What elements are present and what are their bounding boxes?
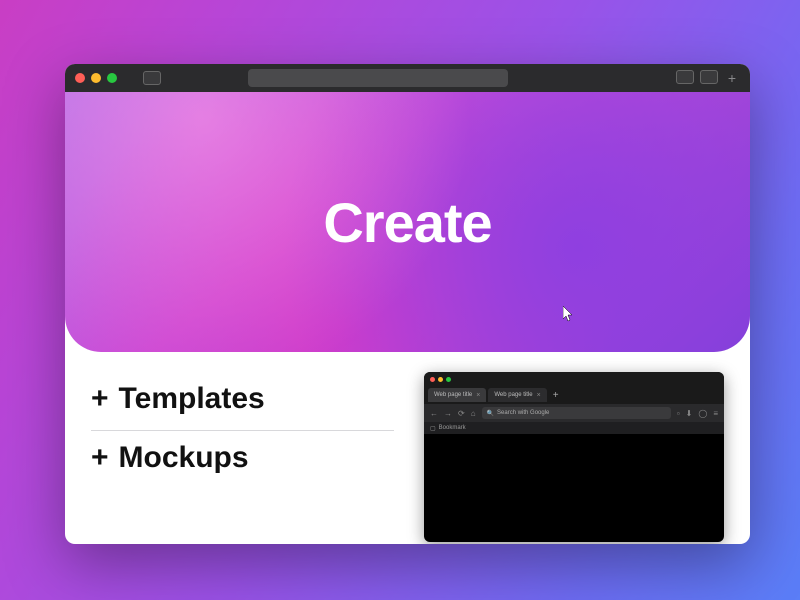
downloads-icon[interactable]: ⬇ xyxy=(686,409,693,418)
feature-label: Templates xyxy=(119,382,265,416)
new-tab-icon[interactable]: + xyxy=(549,390,563,401)
minimize-icon[interactable] xyxy=(91,73,101,83)
main-titlebar: + xyxy=(65,64,750,92)
extension-icon[interactable]: ▫ xyxy=(677,409,680,418)
feature-item-templates[interactable]: + Templates xyxy=(91,372,394,430)
mockup-bookmarks-bar: ▢ Bookmark xyxy=(424,422,724,434)
feature-item-mockups[interactable]: + Mockups xyxy=(91,431,394,489)
content-section: + Templates + Mockups Web page title × xyxy=(65,352,750,544)
address-bar[interactable] xyxy=(248,69,508,87)
hero-title: Create xyxy=(323,190,491,255)
plus-icon: + xyxy=(91,441,109,475)
tab-label: Web page title xyxy=(434,392,472,398)
minimize-icon[interactable] xyxy=(438,377,443,382)
close-icon[interactable] xyxy=(430,377,435,382)
close-icon[interactable] xyxy=(75,73,85,83)
share-icon[interactable] xyxy=(676,70,694,84)
main-browser-window: + Create + Templates + Mockups xyxy=(65,64,750,544)
mockup-tabstrip: Web page title × Web page title × + xyxy=(424,386,724,404)
home-icon[interactable]: ⌂ xyxy=(471,409,476,418)
tabs-icon[interactable] xyxy=(700,70,718,84)
maximize-icon[interactable] xyxy=(107,73,117,83)
hero-section: Create xyxy=(65,92,750,352)
mockup-tab[interactable]: Web page title × xyxy=(488,388,546,402)
plus-icon: + xyxy=(91,382,109,416)
close-tab-icon[interactable]: × xyxy=(476,392,480,399)
feature-label: Mockups xyxy=(119,441,249,475)
mockup-titlebar xyxy=(424,372,724,386)
cursor-icon xyxy=(563,306,575,322)
mockup-tab[interactable]: Web page title × xyxy=(428,388,486,402)
mockup-browser-window: Web page title × Web page title × + ← → … xyxy=(424,372,724,542)
search-placeholder: Search with Google xyxy=(497,410,549,416)
forward-icon[interactable]: → xyxy=(444,409,452,418)
bookmark-label[interactable]: Bookmark xyxy=(439,425,466,431)
reload-icon[interactable]: ⟳ xyxy=(458,409,465,418)
new-tab-icon[interactable]: + xyxy=(724,70,740,86)
account-icon[interactable]: ◯ xyxy=(698,409,707,418)
sidebar-toggle-icon[interactable] xyxy=(143,71,161,85)
mockup-toolbar: ← → ⟳ ⌂ 🔍 Search with Google ▫ ⬇ ◯ ≡ xyxy=(424,404,724,422)
search-icon: 🔍 xyxy=(487,410,494,417)
mockup-address-bar[interactable]: 🔍 Search with Google xyxy=(482,407,671,419)
close-tab-icon[interactable]: × xyxy=(537,392,541,399)
tab-label: Web page title xyxy=(494,392,532,398)
back-icon[interactable]: ← xyxy=(430,409,438,418)
folder-icon: ▢ xyxy=(430,425,436,432)
menu-icon[interactable]: ≡ xyxy=(713,409,718,418)
feature-list: + Templates + Mockups xyxy=(91,372,394,542)
maximize-icon[interactable] xyxy=(446,377,451,382)
